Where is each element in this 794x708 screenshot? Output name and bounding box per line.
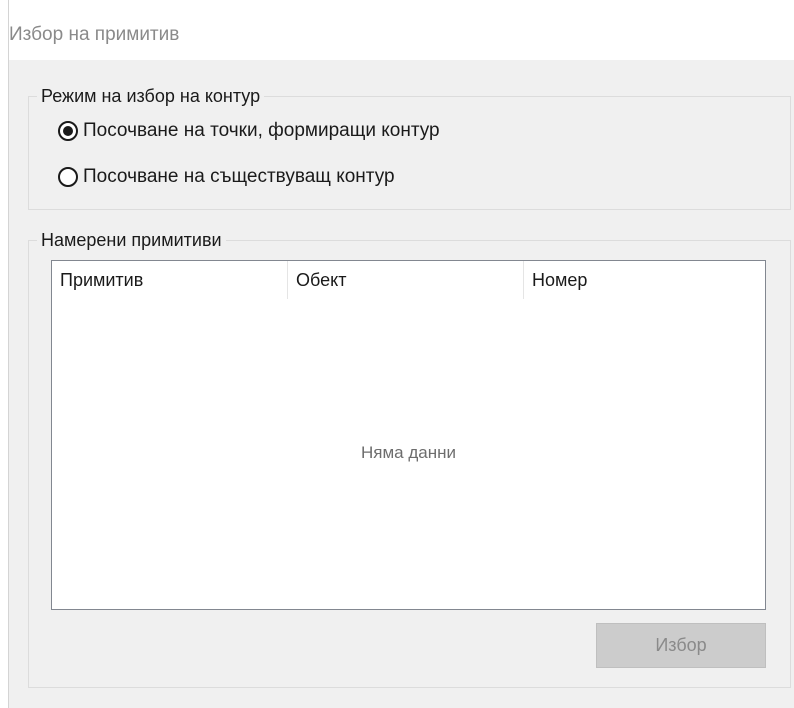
column-header-primitive[interactable]: Примитив bbox=[52, 261, 288, 299]
primitives-list[interactable]: Примитив Обект Номер Няма данни bbox=[51, 260, 766, 610]
found-primitives-group: Намерени примитиви Примитив Обект Номер … bbox=[28, 229, 791, 688]
window-title: Избор на примитив bbox=[9, 24, 180, 45]
title-bar: Избор на примитив bbox=[9, 0, 794, 60]
column-header-number[interactable]: Номер bbox=[524, 261, 765, 299]
radio-points-label[interactable]: Посочване на точки, формиращи контур bbox=[83, 120, 440, 142]
dialog-window: Избор на примитив Режим на избор на конт… bbox=[8, 0, 794, 708]
empty-list-message: Няма данни bbox=[361, 443, 456, 462]
contour-mode-group: Режим на избор на контур Посочване на то… bbox=[28, 85, 791, 210]
radio-points-forming-contour[interactable]: Посочване на точки, формиращи контур bbox=[58, 117, 440, 145]
radio-dot-icon bbox=[63, 126, 73, 136]
radio-existing-contour[interactable]: Посочване на съществуващ контур bbox=[58, 163, 395, 191]
select-button[interactable]: Избор bbox=[596, 623, 766, 668]
radio-existing-label[interactable]: Посочване на съществуващ контур bbox=[83, 166, 395, 188]
radio-unselected-icon[interactable] bbox=[58, 167, 78, 187]
found-primitives-legend: Намерени примитиви bbox=[37, 229, 226, 251]
contour-mode-legend: Режим на избор на контур bbox=[37, 85, 265, 107]
list-header: Примитив Обект Номер bbox=[52, 261, 765, 299]
column-header-object[interactable]: Обект bbox=[288, 261, 524, 299]
radio-selected-icon[interactable] bbox=[58, 121, 78, 141]
